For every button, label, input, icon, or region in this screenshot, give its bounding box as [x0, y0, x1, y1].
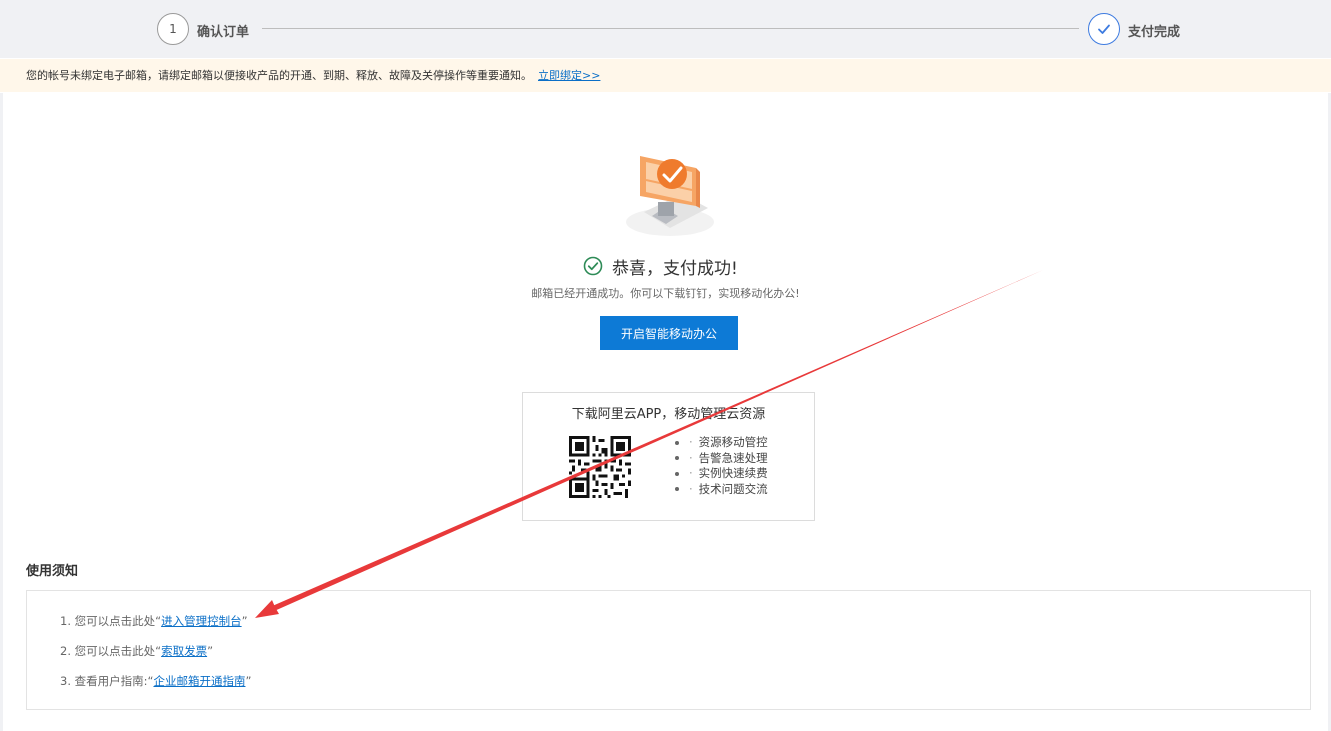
step-number: 1 [169, 22, 177, 36]
payment-success-heading: 恭喜，支付成功! [583, 254, 738, 279]
qr-code [569, 436, 631, 498]
note-item-console: 1. 您可以点击此处“进入管理控制台” [60, 614, 248, 628]
checkmark-icon [1098, 24, 1110, 34]
email-binding-notice: 您的帐号未绑定电子邮箱，请绑定邮箱以便接收产品的开通、到期、释放、故障及关停操作… [0, 59, 1331, 92]
usage-notes-box: 1. 您可以点击此处“进入管理控制台” 2. 您可以点击此处“索取发票” 3. … [26, 590, 1311, 710]
list-item: · 告警急速处理 [675, 451, 768, 467]
enter-console-link[interactable]: 进入管理控制台 [161, 614, 242, 628]
list-item: · 技术问题交流 [675, 482, 768, 498]
payment-success-illustration [626, 156, 714, 236]
bind-now-link[interactable]: 立即绑定>> [538, 69, 600, 82]
app-download-card: 下载阿里云APP，移动管理云资源 · 资源移动管控 · 告警急速处理 · 实例快速续费… [522, 392, 815, 521]
success-subtitle: 邮箱已经开通成功。你可以下载钉钉，实现移动化办公! [531, 287, 800, 300]
notice-text: 您的帐号未绑定电子邮箱，请绑定邮箱以便接收产品的开通、到期、释放、故障及关停操作… [26, 69, 532, 82]
success-check-icon [583, 256, 603, 276]
note-item-guide: 3. 查看用户指南:“企业邮箱开通指南” [60, 674, 252, 688]
request-invoice-link[interactable]: 索取发票 [161, 644, 207, 658]
list-item: · 资源移动管控 [675, 435, 768, 451]
note-item-invoice: 2. 您可以点击此处“索取发票” [60, 644, 214, 658]
list-item: · 实例快速续费 [675, 466, 768, 482]
step-complete-circle [1088, 13, 1120, 45]
step-connector-line [262, 28, 1079, 29]
success-title: 恭喜，支付成功! [612, 258, 738, 279]
app-feature-list: · 资源移动管控 · 告警急速处理 · 实例快速续费 · 技术问题交流 [675, 435, 768, 497]
step-number-circle: 1 [157, 13, 189, 45]
progress-steps: 1 确认订单 支付完成 [0, 0, 1331, 58]
enterprise-email-guide-link[interactable]: 企业邮箱开通指南 [153, 674, 245, 688]
start-mobile-office-button[interactable]: 开启智能移动办公 [600, 316, 738, 350]
step-label-payment-complete: 支付完成 [1128, 25, 1181, 40]
usage-notes-title: 使用须知 [26, 564, 79, 579]
app-download-title: 下载阿里云APP，移动管理云资源 [571, 407, 766, 422]
step-label-confirm-order: 确认订单 [197, 25, 250, 40]
